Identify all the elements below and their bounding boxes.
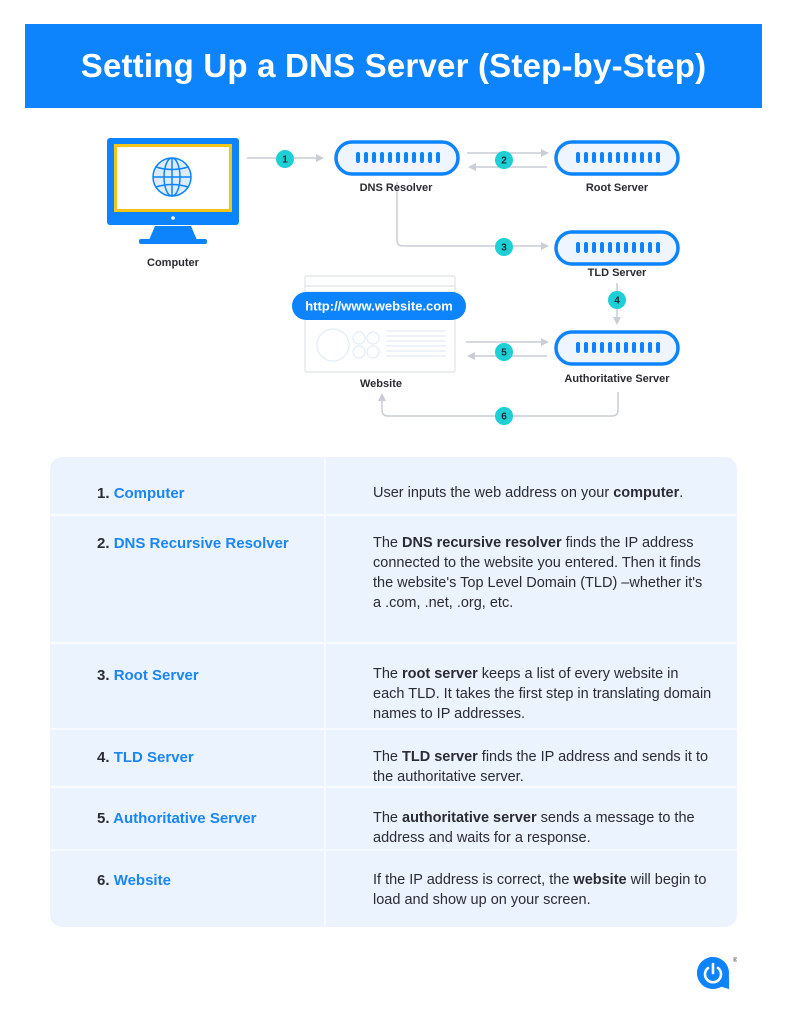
step-description: If the IP address is correct, the websit… [373,872,707,908]
globe-icon [152,157,192,197]
highlight-term: computer [613,485,680,501]
url-text: http://www.website.com [305,299,453,314]
step-description: User inputs the web address on your comp… [373,485,684,501]
step-badge-number: 4 [614,296,620,307]
step-term: Authoritative Server [113,810,257,827]
step-number: 6. [97,872,110,889]
highlight-term: website [573,872,627,888]
url-pill: http://www.website.com [292,292,466,320]
dns-flow-diagram: http://www.website.com 1 2 3 4 5 6 Computer D… [0,120,787,440]
label-computer: Computer [147,257,199,269]
authoritative-server-icon [554,330,680,366]
steps-table: 1. Computer User inputs the web address o… [50,457,737,927]
step-badge-5: 5 [495,343,513,361]
label-root-server: Root Server [585,182,649,194]
step-badge-3: 3 [495,238,513,256]
page-header: Setting Up a DNS Server (Step-by-Step) [25,24,762,108]
step-number: 4. [97,749,110,766]
tld-server-icon [554,230,680,266]
label-website: Website [360,378,402,390]
highlight-term: authoritative server [402,810,537,826]
step-name: 6. Website [97,872,171,889]
step-term: Root Server [113,667,199,684]
step-badge-6: 6 [495,407,513,425]
table-row: 5. Authoritative Server The authoritative… [50,786,737,849]
step-badge-number: 2 [501,156,507,167]
table-row: 4. TLD Server The TLD server finds the IP… [50,728,737,786]
step-description: The TLD server finds the IP address and … [373,749,709,785]
step-term: Website [113,872,171,889]
step-number: 2. [97,535,110,552]
step-name: 1. Computer [97,485,185,502]
dns-resolver-server-icon [334,140,460,176]
power-logo-icon: ® [697,957,737,989]
computer-icon [107,138,239,244]
table-row: 2. DNS Recursive Resolver The DNS recursi… [50,514,737,642]
table-row: 1. Computer User inputs the web address o… [50,457,737,514]
step-badge-number: 3 [501,243,507,254]
step-term: DNS Recursive Resolver [113,535,289,552]
step-badge-number: 5 [501,348,507,359]
step-badge-number: 1 [282,155,288,166]
step-badge-number: 6 [501,412,507,423]
highlight-term: root server [402,666,478,682]
step-description: The DNS recursive resolver finds the IP … [373,535,703,611]
highlight-term: TLD server [402,749,478,765]
step-name: 3. Root Server [97,667,199,684]
label-authoritative-server: Authoritative Server [564,373,670,385]
step-term: TLD Server [113,749,194,766]
label-tld-server: TLD Server [587,267,647,279]
page-title: Setting Up a DNS Server (Step-by-Step) [80,47,707,84]
step-badge-4: 4 [608,291,626,309]
table-row: 6. Website If the IP address is correct, … [50,849,737,927]
step-description: The root server keeps a list of every we… [373,666,712,722]
step-term: Computer [113,485,185,502]
step-number: 1. [97,485,110,502]
root-server-icon [554,140,680,176]
registered-mark: ® [733,957,737,964]
label-dns-resolver: DNS Resolver [359,182,433,194]
step-badge-1: 1 [276,150,294,168]
step-number: 5. [97,810,110,827]
step-badge-2: 2 [495,151,513,169]
highlight-term: DNS recursive resolver [402,535,562,551]
step-name: 2. DNS Recursive Resolver [97,535,289,552]
website-window-icon [304,275,456,373]
step-name: 5. Authoritative Server [97,810,257,827]
step-number: 3. [97,667,110,684]
table-row: 3. Root Server The root server keeps a li… [50,642,737,728]
step-name: 4. TLD Server [97,749,194,766]
step-description: The authoritative server sends a message… [373,810,695,846]
